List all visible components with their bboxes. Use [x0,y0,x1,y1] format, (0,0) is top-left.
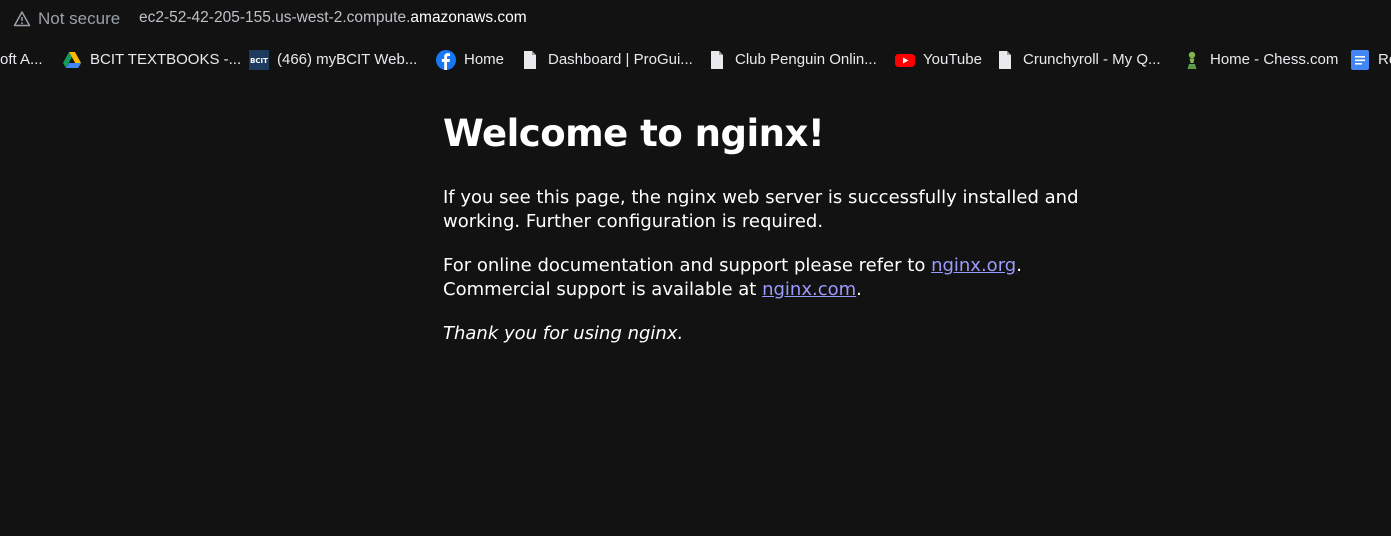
page-icon [524,51,536,69]
bookmarks-bar: oft A... BCIT TEXTBOOKS -... BCIT (466) … [0,38,1391,82]
support-text-2: . [1016,255,1022,276]
bookmark-label: YouTube [923,51,982,68]
nginx-org-link[interactable]: nginx.org [931,255,1016,276]
bookmark-label: Re [1378,51,1391,68]
bookmark-label: oft A... [0,51,43,68]
support-paragraph: For online documentation and support ple… [443,254,1083,302]
thank-you-text: Thank you for using nginx. [443,323,684,344]
intro-paragraph: If you see this page, the nginx web serv… [443,187,1079,232]
youtube-icon [895,54,915,67]
google-drive-icon [63,52,81,68]
page-icon [999,51,1011,69]
bookmark-label: Crunchyroll - My Q... [1023,51,1161,68]
svg-text:BCIT: BCIT [250,57,268,65]
bookmark-label: Club Penguin Onlin... [735,51,877,68]
bookmark-label: Home - Chess.com [1210,51,1339,68]
chess-pawn-icon [1187,51,1197,69]
bookmark-label: Dashboard | ProGui... [548,51,693,68]
support-text-4: . [856,279,862,300]
support-text-3: Commercial support is available at [443,279,763,300]
facebook-icon [436,50,456,70]
url-prefix: ec2-52-42-205-155.us-west-2.compute. [139,9,411,26]
page-title: Welcome to nginx! [443,112,825,155]
warning-icon[interactable] [13,10,31,28]
security-status-label[interactable]: Not secure [38,9,120,29]
bookmark-label: Home [464,51,505,68]
page-icon [711,51,723,69]
address-bar[interactable]: Not secure ec2-52-42-205-155.us-west-2.c… [0,0,1391,38]
url-domain: amazonaws.com [410,9,527,26]
nginx-com-link[interactable]: nginx.com [762,279,856,300]
url-text[interactable]: ec2-52-42-205-155.us-west-2.compute.amaz… [139,9,527,27]
google-docs-icon [1351,50,1369,70]
bookmark-label: BCIT TEXTBOOKS -... [90,51,242,68]
bcit-icon: BCIT [249,50,269,70]
bookmark-label: (466) myBCIT Web... [277,51,418,68]
support-text-1: For online documentation and support ple… [443,255,932,276]
